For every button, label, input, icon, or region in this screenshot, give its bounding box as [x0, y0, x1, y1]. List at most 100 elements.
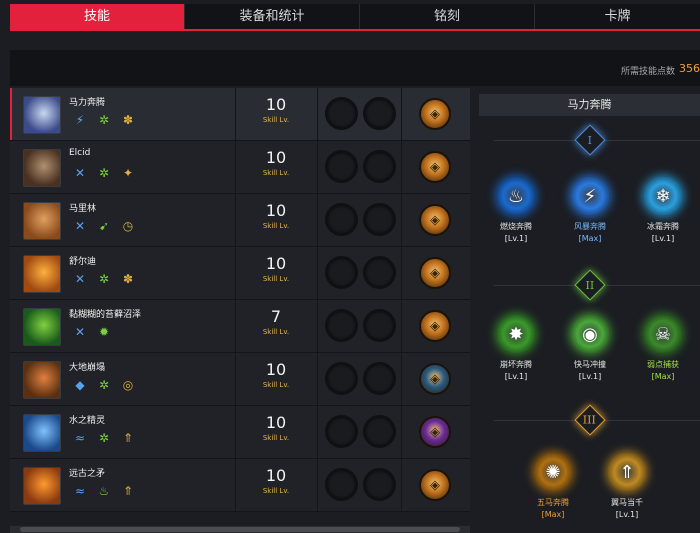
wave-icon: ≈: [74, 484, 86, 498]
skill-level: 10 Skill Lv.: [235, 360, 317, 390]
gem-slot[interactable]: [325, 203, 358, 236]
skill-rune-icon[interactable]: ◈: [419, 310, 451, 342]
skill-level-unit: Skill Lv.: [262, 328, 290, 336]
flame-icon: ♨: [496, 176, 536, 216]
cross-icon: ✕: [74, 219, 86, 233]
skill-level-unit: Skill Lv.: [262, 169, 290, 177]
column-divider: [401, 141, 402, 193]
skill-rune-icon[interactable]: ◈: [419, 257, 451, 289]
tier-badge: III: [574, 404, 606, 436]
tripod-node[interactable]: ♨ 燃烧奔腾 [Lv.1]: [479, 176, 553, 243]
skill-rune-icon[interactable]: ◈: [419, 363, 451, 395]
gem-slot[interactable]: [363, 97, 396, 130]
tripod-level: [Lv.1]: [504, 372, 528, 381]
skill-tree-title: 马力奔腾: [479, 94, 700, 116]
gem-slot[interactable]: [363, 150, 396, 183]
tripod-node[interactable]: ✺ 五马奔腾 [Max]: [516, 452, 590, 519]
skill-row[interactable]: 马力奔腾 ⚡ ✲ ✽ 10 Skill Lv. ◈: [10, 88, 470, 141]
tab-equipment-stats[interactable]: 装备和统计: [185, 4, 360, 29]
tab-cards[interactable]: 卡牌: [535, 4, 700, 29]
tripod-name: 冰霜奔腾: [647, 222, 679, 231]
tripod-node[interactable]: ✸ 崩坏奔腾 [Lv.1]: [479, 314, 553, 381]
skill-level-value: 10: [265, 95, 287, 114]
skill-name: 马力奔腾: [69, 98, 106, 108]
swirl-icon: ✲: [98, 166, 110, 180]
skill-level: 7 Skill Lv.: [235, 307, 317, 337]
gem-slot[interactable]: [363, 415, 396, 448]
skill-row[interactable]: 大地崩塌 ◆ ✲ ◎ 10 Skill Lv. ◈: [10, 353, 470, 406]
timer-icon: ◷: [122, 219, 134, 233]
skill-level: 10 Skill Lv.: [235, 413, 317, 443]
gear-icon: ✹: [98, 325, 110, 339]
tripod-icons: ◆ ✲ ◎: [72, 377, 136, 393]
skill-row[interactable]: Elcid ✕ ✲ ✦ 10 Skill Lv. ◈: [10, 141, 470, 194]
column-divider: [317, 353, 318, 405]
tripod-name: 崩坏奔腾: [500, 360, 532, 369]
tier-numeral: I: [587, 133, 593, 147]
skill-portrait-icon: [23, 361, 61, 399]
skill-portrait-icon: [23, 467, 61, 505]
skill-rune-icon[interactable]: ◈: [419, 416, 451, 448]
skill-rune-icon[interactable]: ◈: [419, 151, 451, 183]
skill-list-scrollbar[interactable]: [10, 526, 470, 533]
gem-slot[interactable]: [363, 468, 396, 501]
tripod-icons: ≈ ♨ ⇑: [72, 483, 136, 499]
gem-slot[interactable]: [325, 150, 358, 183]
skill-rune-icon[interactable]: ◈: [419, 98, 451, 130]
tripod-icons: ✕ ➹ ◷: [72, 218, 136, 234]
tripod-node[interactable]: ◉ 快马冲撞 [Lv.1]: [553, 314, 627, 381]
gem-slot[interactable]: [325, 362, 358, 395]
gem-slot[interactable]: [363, 362, 396, 395]
skill-level-value: 10: [265, 360, 287, 379]
skill-row[interactable]: 黏糊糊的苔藓沼泽 ✕ ✹ 7 Skill Lv. ◈: [10, 300, 470, 353]
skill-portrait-icon: [23, 202, 61, 240]
tripod-node[interactable]: ☠ 弱点捕获 [Max]: [626, 314, 700, 381]
skill-row[interactable]: 舒尔迪 ✕ ✲ ✽ 10 Skill Lv. ◈: [10, 247, 470, 300]
gem-slot[interactable]: [325, 468, 358, 501]
tripod-node[interactable]: ⇑ 翼马当千 [Lv.1]: [590, 452, 664, 519]
column-divider: [401, 247, 402, 299]
skull-icon: ☠: [643, 314, 683, 354]
tier-badge: I: [574, 124, 606, 156]
gem-slot[interactable]: [363, 256, 396, 289]
tier-numeral: III: [583, 413, 597, 427]
column-divider: [401, 406, 402, 458]
tripod-level: [Max]: [651, 372, 675, 381]
column-divider: [401, 353, 402, 405]
skill-rune-icon[interactable]: ◈: [419, 469, 451, 501]
skill-row[interactable]: 水之精灵 ≈ ✲ ⇑ 10 Skill Lv. ◈: [10, 406, 470, 459]
tripod-level: [Max]: [541, 510, 565, 519]
tripod-icons: ≈ ✲ ⇑: [72, 430, 136, 446]
skill-row[interactable]: 远古之矛 ≈ ♨ ⇑ 10 Skill Lv. ◈: [10, 459, 470, 512]
paw-icon: ✽: [122, 113, 134, 127]
skill-level-value: 7: [270, 307, 282, 326]
column-divider: [401, 459, 402, 511]
gem-slot[interactable]: [325, 415, 358, 448]
gem-slot[interactable]: [363, 309, 396, 342]
tab-skills[interactable]: 技能: [10, 4, 185, 29]
gem-slot[interactable]: [363, 203, 396, 236]
spiral-icon: ✺: [533, 452, 573, 492]
tier-numeral: II: [585, 278, 595, 292]
tripod-icons: ✕ ✹: [72, 324, 112, 340]
scrollbar-thumb[interactable]: [20, 527, 460, 532]
column-divider: [317, 300, 318, 352]
tab-engravings[interactable]: 铭刻: [360, 4, 535, 29]
gem-slot[interactable]: [325, 309, 358, 342]
skill-level-value: 10: [265, 201, 287, 220]
tripod-level: [Lv.1]: [504, 234, 528, 243]
tripod-name: 燃烧奔腾: [500, 222, 532, 231]
tripod-node[interactable]: ❄ 冰霜奔腾 [Lv.1]: [626, 176, 700, 243]
tier-badge: II: [574, 269, 606, 301]
tripod-level: [Lv.1]: [651, 234, 675, 243]
skill-level-value: 10: [265, 413, 287, 432]
tripod-node[interactable]: ⚡ 风暴奔腾 [Max]: [553, 176, 627, 243]
skill-row[interactable]: 马里林 ✕ ➹ ◷ 10 Skill Lv. ◈: [10, 194, 470, 247]
skill-rune-icon[interactable]: ◈: [419, 204, 451, 236]
skill-list: 马力奔腾 ⚡ ✲ ✽ 10 Skill Lv. ◈ Elcid ✕ ✲ ✦ 10 Skill Lv. ◈ 马…: [10, 88, 470, 514]
column-divider: [317, 247, 318, 299]
gem-slot[interactable]: [325, 97, 358, 130]
lightning-icon: ⚡: [75, 113, 85, 127]
column-divider: [317, 88, 318, 140]
gem-slot[interactable]: [325, 256, 358, 289]
